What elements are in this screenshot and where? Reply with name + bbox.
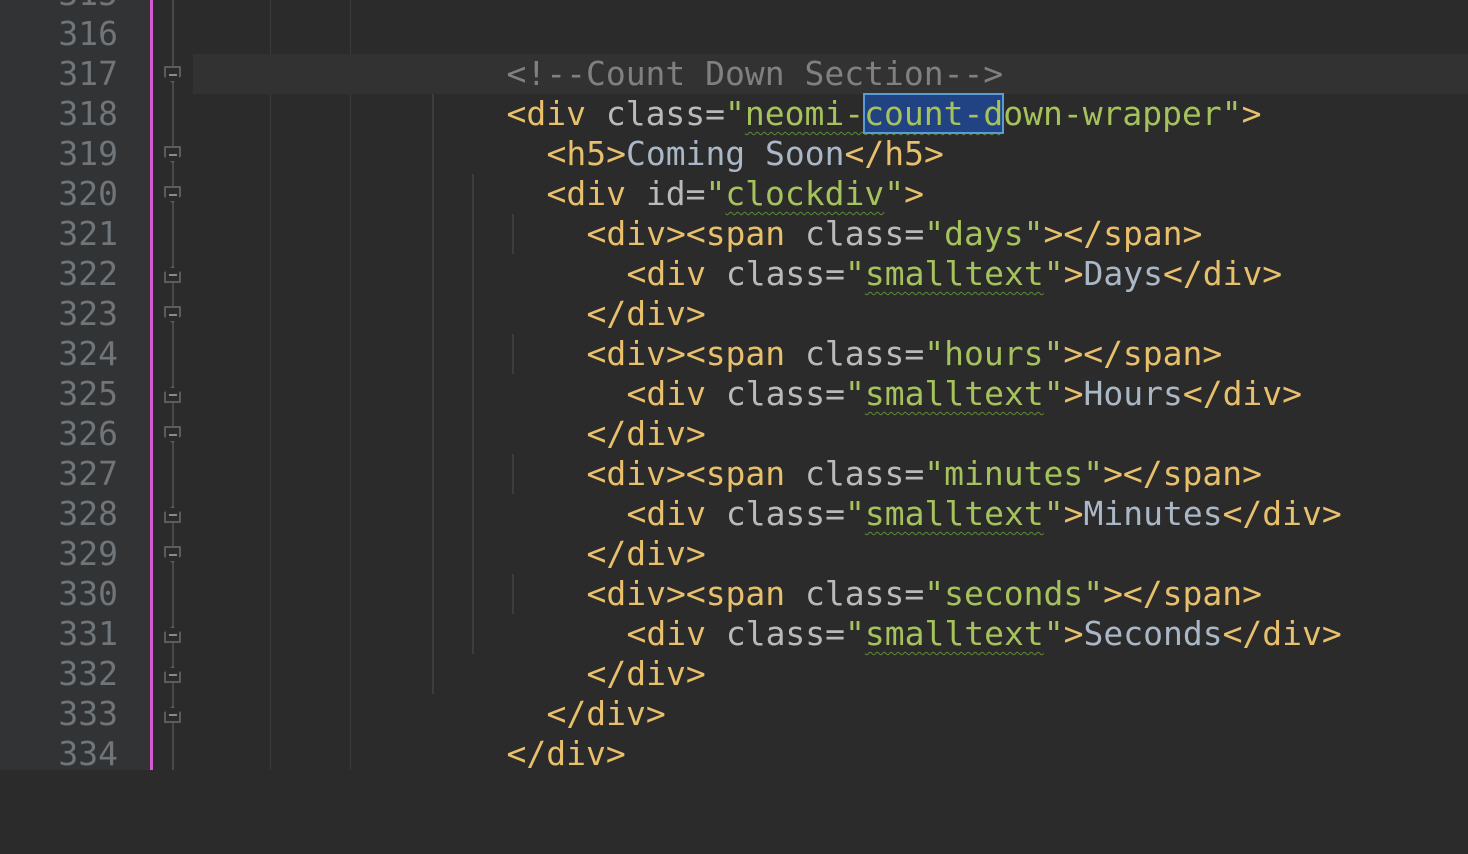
- tag: >: [1063, 494, 1084, 533]
- attribute: class=: [725, 254, 846, 293]
- line-number: 324: [58, 334, 118, 373]
- tag: >: [1063, 614, 1084, 653]
- quote: ": [1043, 494, 1064, 533]
- attribute: class=: [725, 494, 846, 533]
- text-content: Hours: [1083, 374, 1183, 413]
- code-editor[interactable]: 315 316 317 318 319 320 321 322 323 324 …: [0, 0, 1468, 773]
- code-line-327[interactable]: <div class="smalltext">Minutes</div>: [547, 454, 1341, 533]
- text-content: Days: [1083, 254, 1163, 293]
- code-line-329[interactable]: <div><span class="seconds"></span>: [507, 534, 1262, 613]
- tag: </div>: [1162, 254, 1283, 293]
- code-line-333[interactable]: </div>: [427, 694, 625, 773]
- tag: >: [1063, 254, 1084, 293]
- quote: ": [845, 494, 865, 533]
- code-line-334[interactable]: [427, 734, 506, 774]
- quote: ": [845, 614, 865, 653]
- attribute-value: smalltext: [864, 494, 1044, 533]
- text-content: Seconds: [1083, 614, 1223, 653]
- attribute-value: smalltext: [864, 614, 1044, 653]
- line-number: 323: [58, 294, 118, 333]
- indent-guide: [350, 0, 351, 770]
- code-line-316[interactable]: <!--Count Down Section-->: [427, 14, 1003, 93]
- attribute-value: smalltext: [864, 254, 1044, 293]
- code-line-324[interactable]: <div class="smalltext">Hours</div>: [547, 334, 1302, 413]
- indent-guide: [270, 0, 271, 770]
- line-number: 318: [58, 94, 118, 133]
- attribute-value: smalltext: [864, 374, 1044, 413]
- fold-guide-line: [172, 0, 174, 770]
- code-line-323[interactable]: <div><span class="hours"></span>: [507, 294, 1222, 373]
- line-number: 329: [58, 534, 118, 573]
- tag: </div>: [1182, 374, 1303, 413]
- line-number: 317: [58, 54, 118, 93]
- code-line-322[interactable]: </div>: [507, 254, 705, 333]
- code-line-326[interactable]: <div><span class="minutes"></span>: [507, 414, 1262, 493]
- line-number: 319: [58, 134, 118, 173]
- code-line-330[interactable]: <div class="smalltext">Seconds</div>: [547, 574, 1341, 653]
- tag: >: [1241, 94, 1262, 133]
- code-line-331[interactable]: </div>: [507, 614, 705, 693]
- attribute-value: own-wrapper: [1003, 94, 1222, 133]
- quote: ": [845, 374, 865, 413]
- code-line-328[interactable]: </div>: [507, 494, 705, 573]
- line-number: 325: [58, 374, 118, 413]
- text-content: Minutes: [1083, 494, 1223, 533]
- attribute: class=: [725, 374, 846, 413]
- code-line-318[interactable]: <h5>Coming Soon</h5>: [467, 94, 943, 173]
- tag: </div>: [506, 734, 626, 773]
- line-number: 331: [58, 614, 118, 653]
- line-number: 330: [58, 574, 118, 613]
- code-line-321[interactable]: <div class="smalltext">Days</div>: [547, 214, 1282, 293]
- tag: </div>: [1222, 494, 1342, 533]
- tag: >: [1063, 374, 1084, 413]
- line-number: 316: [58, 14, 118, 53]
- line-number: 322: [58, 254, 118, 293]
- line-number: 333: [58, 694, 118, 733]
- code-line-319[interactable]: <div id="clockdiv">: [467, 134, 924, 213]
- line-number-gutter[interactable]: 315 316 317 318 319 320 321 322 323 324 …: [0, 0, 150, 773]
- line-number: 334: [58, 734, 118, 773]
- line-number: 320: [58, 174, 118, 213]
- line-number: 326: [58, 414, 118, 453]
- quote: ": [1043, 254, 1064, 293]
- quote: ": [1043, 614, 1064, 653]
- code-line-325[interactable]: </div>: [507, 374, 705, 453]
- code-line-332[interactable]: </div>: [467, 654, 665, 733]
- attribute: class=: [725, 614, 846, 653]
- quote: ": [845, 254, 865, 293]
- code-line-320[interactable]: <div><span class="days"></span>: [507, 174, 1202, 253]
- line-number: 315: [0, 0, 118, 14]
- tag: </div>: [1222, 614, 1342, 653]
- indent-guide: [432, 94, 434, 694]
- line-number: 332: [58, 654, 118, 693]
- line-number: 327: [58, 454, 118, 493]
- code-line-317[interactable]: <div class="neomi-count-down-wrapper">: [427, 54, 1262, 134]
- quote: ": [1043, 374, 1064, 413]
- line-number: 328: [58, 494, 118, 533]
- quote: ": [1221, 94, 1242, 133]
- line-number: 321: [58, 214, 118, 253]
